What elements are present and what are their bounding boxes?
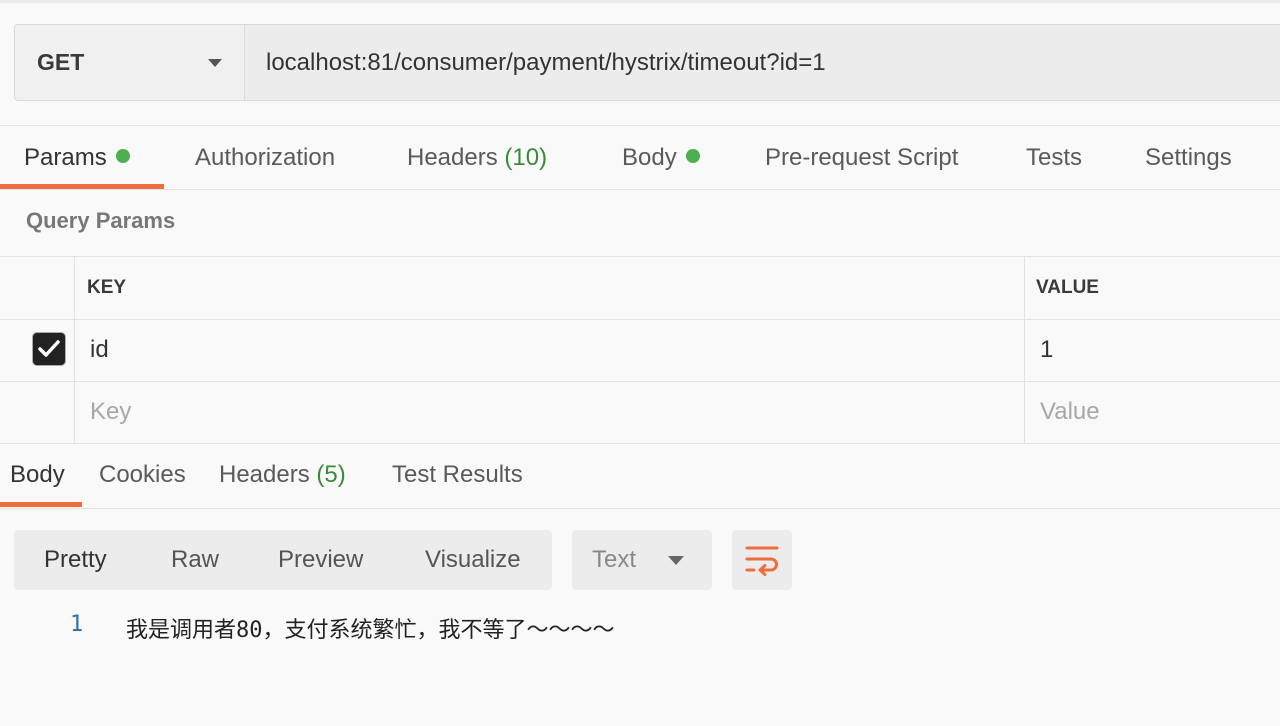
request-tabs: Params Authorization Headers (10) Body P… [0,125,1280,190]
tab-settings-label: Settings [1145,144,1232,171]
response-tabs: Body Cookies Headers (5) Test Results [0,443,1280,509]
response-tab-test-results-label: Test Results [392,461,523,488]
tab-params[interactable]: Params [24,126,130,190]
key-placeholder-input[interactable]: Key [90,381,131,443]
method-select[interactable]: GET [14,24,244,101]
tab-settings[interactable]: Settings [1145,126,1232,190]
active-tab-indicator [0,184,164,189]
response-tab-body-label: Body [10,461,65,488]
response-headers-count: (5) [316,461,346,488]
chevron-down-icon [208,58,222,67]
chevron-down-icon [668,555,684,565]
table-header-row: KEY VALUE [0,257,1280,320]
param-value-cell[interactable]: 1 [1040,319,1053,381]
headers-count: (10) [504,144,548,171]
query-params-title: Query Params [26,208,176,233]
tab-params-label: Params [24,144,107,171]
checkmark-icon [38,340,60,357]
format-raw-button[interactable]: Raw [171,530,219,590]
tab-tests-label: Tests [1026,144,1083,171]
column-divider [1024,257,1025,444]
response-type-select[interactable]: Text [572,530,712,590]
status-dot-icon [115,149,130,163]
response-tab-cookies-label: Cookies [99,461,186,488]
format-toggle-group: Pretty Raw Preview Visualize [14,530,552,590]
response-tab-headers-label: Headers [219,461,310,488]
key-column-header: KEY [87,277,127,298]
value-column-header: VALUE [1036,277,1099,298]
tab-authorization[interactable]: Authorization [195,126,335,190]
response-tab-test-results[interactable]: Test Results [392,443,523,507]
table-row: id 1 [0,319,1280,382]
response-tab-headers[interactable]: Headers (5) [219,443,346,507]
response-body-text: 我是调用者80，支付系统繁忙，我不等了～～～～ [126,618,615,643]
response-type-label: Text [592,546,637,573]
tab-pre-request-script[interactable]: Pre-request Script [765,126,958,190]
format-visualize-button[interactable]: Visualize [425,530,521,590]
tab-body-label: Body [622,144,677,171]
wrap-lines-icon [745,546,779,576]
tab-body[interactable]: Body [622,126,700,190]
tab-pre-request-label: Pre-request Script [765,144,959,171]
url-input[interactable]: localhost:81/consumer/payment/hystrix/ti… [244,24,1280,101]
value-placeholder-input[interactable]: Value [1040,381,1100,443]
tab-tests[interactable]: Tests [1026,126,1082,190]
tab-authorization-label: Authorization [195,144,336,171]
table-row-empty: Key Value [0,381,1280,444]
wrap-lines-button[interactable] [732,530,792,590]
param-key-cell[interactable]: id [90,319,109,381]
column-divider [74,257,75,444]
status-dot-icon [685,149,700,163]
response-active-tab-indicator [0,502,82,507]
params-table: KEY VALUE id 1 Key Value [0,256,1280,444]
tab-headers[interactable]: Headers (10) [407,126,547,190]
format-pretty-button[interactable]: Pretty [44,530,107,590]
top-border [0,0,1280,3]
line-number: 1 [70,612,84,637]
response-tab-cookies[interactable]: Cookies [99,443,186,507]
row-checkbox[interactable] [33,333,65,365]
response-tab-body[interactable]: Body [10,443,65,507]
tab-headers-label: Headers [407,144,498,171]
format-preview-button[interactable]: Preview [278,530,363,590]
method-label: GET [37,49,85,75]
request-bar: GET localhost:81/consumer/payment/hystri… [14,24,1280,103]
